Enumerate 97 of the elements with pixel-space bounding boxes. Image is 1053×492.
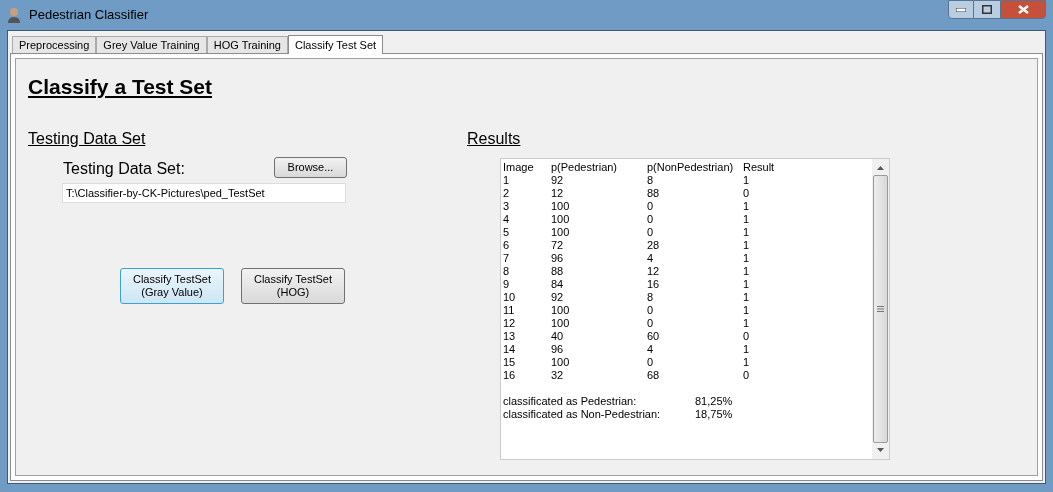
- result-cell-text: 1: [743, 342, 751, 356]
- minimize-button[interactable]: [948, 0, 974, 19]
- page-heading: Classify a Test Set: [28, 74, 213, 100]
- result-cell-text: 0: [647, 199, 655, 213]
- result-cell-text: 4: [647, 251, 655, 265]
- tab[interactable]: HOG Training: [206, 36, 288, 53]
- result-cell-text: 88: [551, 264, 565, 278]
- result-cell-text: 1: [743, 238, 751, 252]
- summary-label: classificated as Pedestrian:: [503, 394, 638, 408]
- result-cell-text: 16: [647, 277, 661, 291]
- result-cell-text: 100: [551, 303, 571, 317]
- result-cell-text: 100: [551, 199, 571, 213]
- result-cell-text: 10: [503, 290, 517, 304]
- result-cell-text: 92: [551, 290, 565, 304]
- window-title: Pedestrian Classifier: [29, 6, 149, 25]
- maximize-icon: [982, 5, 992, 14]
- result-cell-text: 8: [503, 264, 511, 278]
- result-cell-text: 16: [503, 368, 517, 382]
- section-title: Results: [467, 128, 521, 149]
- result-cell-text: 11: [503, 303, 516, 317]
- result-cell-text: 1: [743, 173, 751, 187]
- result-cell-text: 0: [647, 225, 655, 239]
- browse-button[interactable]: Browse...: [274, 156, 347, 178]
- tab[interactable]: Preprocessing: [12, 36, 97, 53]
- result-cell-text: 12: [503, 316, 517, 330]
- summary-label: classificated as Non-Pedestrian:: [503, 407, 662, 421]
- scroll-up-icon: [877, 165, 884, 170]
- result-cell-text: 5: [503, 225, 511, 239]
- result-cell-text: 4: [503, 212, 511, 226]
- result-cell-text: 6: [503, 238, 511, 252]
- result-cell-text: 100: [551, 225, 571, 239]
- summary-value: 81,25%: [695, 394, 733, 408]
- result-cell-text: 12: [647, 264, 661, 278]
- result-cell-text: 1: [743, 264, 751, 278]
- classify-button[interactable]: Classify TestSet (Gray Value): [120, 267, 224, 304]
- result-cell-text: 40: [551, 329, 565, 343]
- result-cell-text: 84: [551, 277, 565, 291]
- field-label: Testing Data Set:: [63, 158, 185, 179]
- result-cell-text: 100: [551, 355, 571, 369]
- result-cell-text: 1: [743, 355, 751, 369]
- result-cell-text: 4: [647, 342, 655, 356]
- result-cell-text: 0: [743, 186, 751, 200]
- close-icon: [1017, 5, 1029, 14]
- column-header: p(NonPedestrian): [647, 160, 735, 174]
- column-header: Image: [503, 160, 535, 174]
- result-cell-text: 1: [743, 290, 751, 304]
- result-cell-text: 15: [503, 355, 517, 369]
- result-cell-text: 7: [503, 251, 511, 265]
- result-cell-text: 0: [743, 368, 751, 382]
- result-cell-text: 3: [503, 199, 511, 213]
- tab[interactable]: Grey Value Training: [96, 36, 207, 53]
- tab[interactable]: Classify Test Set: [288, 35, 384, 54]
- result-cell-text: 96: [551, 251, 565, 265]
- path-field[interactable]: T:\Classifier-by-CK-Pictures\ped_TestSet: [62, 182, 346, 203]
- result-cell-text: 100: [551, 212, 571, 226]
- result-cell-text: 8: [647, 173, 655, 187]
- classify-button[interactable]: Classify TestSet (HOG): [241, 267, 345, 304]
- result-cell-text: 68: [647, 368, 661, 382]
- result-cell-text: 1: [743, 251, 751, 265]
- result-cell-text: 8: [647, 290, 655, 304]
- scroll-thumb[interactable]: [873, 174, 888, 443]
- result-cell-text: 60: [647, 329, 661, 343]
- result-cell-text: 1: [743, 212, 751, 226]
- result-cell-text: 12: [551, 186, 565, 200]
- result-cell-text: 13: [503, 329, 517, 343]
- column-header: p(Pedestrian): [551, 160, 619, 174]
- summary-value: 18,75%: [695, 407, 733, 421]
- column-header: Result: [743, 160, 776, 174]
- result-cell-text: 1: [503, 173, 511, 187]
- result-cell-text: 0: [647, 212, 655, 226]
- result-cell-text: 96: [551, 342, 565, 356]
- result-cell-text: 2: [503, 186, 511, 200]
- result-cell-text: 1: [743, 277, 751, 291]
- person-icon: [7, 7, 21, 23]
- maximize-button[interactable]: [974, 0, 1000, 19]
- result-cell-text: 0: [743, 329, 751, 343]
- result-cell-text: 92: [551, 173, 565, 187]
- result-cell-text: 1: [743, 225, 751, 239]
- result-cell-text: 1: [743, 303, 751, 317]
- result-cell-text: 14: [503, 342, 517, 356]
- result-cell-text: 28: [647, 238, 661, 252]
- result-cell-text: 100: [551, 316, 571, 330]
- result-cell-text: 72: [551, 238, 565, 252]
- result-cell-text: 0: [647, 316, 655, 330]
- result-cell-text: 1: [743, 316, 751, 330]
- grip-icon: [877, 305, 884, 312]
- close-button[interactable]: [1000, 0, 1046, 19]
- result-cell-text: 88: [647, 186, 661, 200]
- scrollbar[interactable]: [872, 158, 889, 459]
- result-cell-text: 32: [551, 368, 565, 382]
- result-cell-text: 0: [647, 355, 655, 369]
- result-cell-text: 9: [503, 277, 511, 291]
- result-cell-text: 1: [743, 199, 751, 213]
- minimize-icon: [956, 7, 966, 12]
- section-title: Testing Data Set: [28, 128, 146, 149]
- result-cell-text: 0: [647, 303, 655, 317]
- scroll-down-icon: [877, 447, 884, 452]
